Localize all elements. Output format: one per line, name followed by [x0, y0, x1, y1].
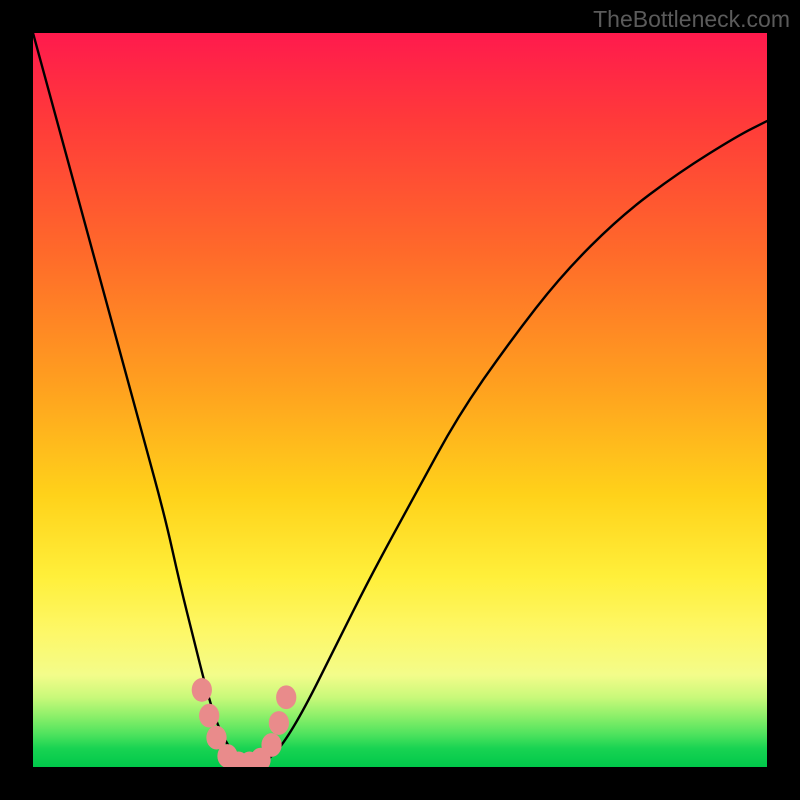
- watermark-label: TheBottleneck.com: [593, 6, 790, 33]
- bottleneck-curve-path: [33, 33, 767, 767]
- bottleneck-curve-svg: [33, 33, 767, 767]
- curve-markers: [192, 678, 297, 767]
- curve-marker: [269, 711, 289, 735]
- curve-marker: [192, 678, 212, 702]
- chart-frame: TheBottleneck.com: [0, 0, 800, 800]
- curve-marker: [261, 733, 281, 757]
- plot-area: [33, 33, 767, 767]
- curve-marker: [199, 704, 219, 728]
- curve-marker: [276, 685, 296, 709]
